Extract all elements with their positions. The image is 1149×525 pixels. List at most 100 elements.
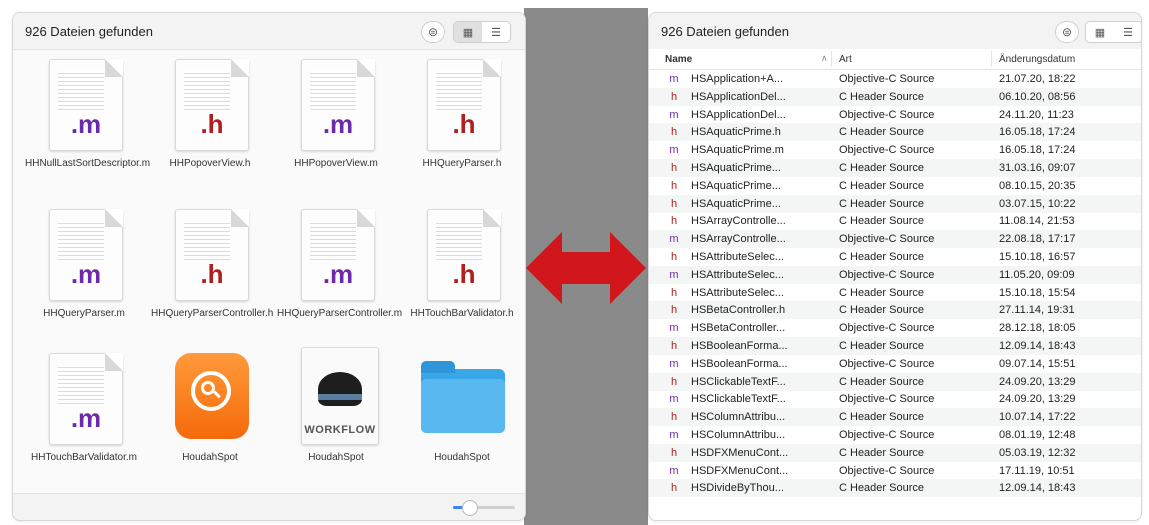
file-name-label: HHTouchBarValidator.m xyxy=(31,452,137,463)
table-row[interactable]: h HSColumnAttribu... C Header Source 10.07.… xyxy=(649,408,1141,427)
modified-date-cell: 11.08.14, 21:53 xyxy=(999,215,1075,228)
table-row[interactable]: m HSDFXMenuCont... Objective-C Source 17.11… xyxy=(649,462,1141,480)
file-name-cell: HSDFXMenuCont... xyxy=(691,464,789,477)
table-row[interactable]: m HSColumnAttribu... Objective-C Source 08.… xyxy=(649,426,1141,444)
file-icon-item[interactable]: .h HHQueryParser.h xyxy=(399,53,525,203)
file-extension-label: .m xyxy=(322,259,354,289)
filter-icon: ⊜ xyxy=(1061,25,1073,39)
modified-date-cell: 17.11.19, 10:51 xyxy=(999,464,1075,477)
folder-icon xyxy=(421,361,505,433)
table-row[interactable]: m HSApplicationDel... Objective-C Source 24… xyxy=(649,106,1141,124)
file-icon-item[interactable]: .h HHPopoverView.h xyxy=(147,53,273,203)
result-count-list: 926 Dateien gefunden xyxy=(661,24,789,39)
file-name-cell: HSDivideByThou... xyxy=(691,482,784,495)
column-divider[interactable] xyxy=(831,51,832,67)
table-row[interactable]: m HSArrayControlle... Objective-C Source 22… xyxy=(649,230,1141,249)
objc-source-file-icon: .m xyxy=(49,353,123,445)
filter-button-list[interactable]: ⊜ xyxy=(1055,21,1079,43)
file-name-cell: HSBooleanForma... xyxy=(691,340,788,352)
modified-date-cell: 15.10.18, 15:54 xyxy=(999,286,1076,299)
table-row[interactable]: m HSClickableTextF... Objective-C Source 24… xyxy=(649,390,1141,408)
filter-button[interactable]: ⊜ xyxy=(421,21,445,43)
icon-size-slider[interactable] xyxy=(453,500,515,516)
file-name-cell: HSAttributeSelec... xyxy=(691,268,784,281)
table-row[interactable]: h HSAquaticPrime... C Header Source 08.10.1… xyxy=(649,177,1141,195)
file-kind-cell: C Header Source xyxy=(839,340,924,352)
table-row[interactable]: m HSBooleanForma... Objective-C Source 09.0… xyxy=(649,355,1141,373)
table-row[interactable]: m HSAttributeSelec... Objective-C Source 11… xyxy=(649,265,1141,284)
file-kind-cell: C Header Source xyxy=(839,162,924,174)
modified-date-cell: 06.10.20, 08:56 xyxy=(999,90,1076,103)
file-kind-cell: Objective-C Source xyxy=(839,393,935,406)
table-row[interactable]: m HSAquaticPrime.m Objective-C Source 16.05… xyxy=(649,141,1141,159)
table-row[interactable]: h HSAquaticPrime.h C Header Source 16.05.18… xyxy=(649,123,1141,142)
table-row[interactable]: h HSDivideByThou... C Header Source 12.09.1… xyxy=(649,479,1141,498)
file-name-label: HoudahSpot xyxy=(182,452,238,463)
table-row[interactable]: h HSBetaController.h C Header Source 27.11.… xyxy=(649,301,1141,320)
column-header-date[interactable]: Änderungsdatum xyxy=(999,54,1075,65)
modified-date-cell: 03.07.15, 10:22 xyxy=(999,197,1076,210)
objc-source-file-icon: .m xyxy=(49,59,123,151)
table-row[interactable]: h HSAttributeSelec... C Header Source 15.10… xyxy=(649,284,1141,302)
file-icon-item[interactable]: .m HHQueryParser.m xyxy=(21,203,147,353)
file-name-label: HHPopoverView.m xyxy=(294,158,378,169)
file-kind-cell: Objective-C Source xyxy=(839,144,935,157)
file-kind-cell: C Header Source xyxy=(839,286,924,299)
modified-date-cell: 24.09.20, 13:29 xyxy=(999,375,1076,388)
file-icon-item[interactable]: .m HHPopoverView.m xyxy=(273,53,399,203)
file-icon-item[interactable]: .m HHTouchBarValidator.m xyxy=(21,347,147,497)
column-header-kind[interactable]: Art xyxy=(839,54,852,65)
table-row[interactable]: h HSClickableTextF... C Header Source 24.09… xyxy=(649,372,1141,391)
objc-source-file-icon: m xyxy=(669,268,679,281)
header-file-icon: h xyxy=(670,375,678,388)
file-icon-item[interactable]: WORKFLOW HoudahSpot xyxy=(273,347,399,497)
file-icon-item[interactable]: HoudahSpot xyxy=(399,347,525,497)
objc-source-file-icon: m xyxy=(669,73,679,85)
icon-view-window: 926 Dateien gefunden ⊜ ▦ ☰ .m HHNullLastS… xyxy=(12,12,526,521)
column-divider[interactable] xyxy=(991,51,992,67)
icon-view-toolbar: 926 Dateien gefunden ⊜ ▦ ☰ xyxy=(13,13,525,50)
table-row[interactable]: h HSAquaticPrime... C Header Source 31.03.1… xyxy=(649,159,1141,177)
file-name-cell: HSAquaticPrime... xyxy=(691,162,781,174)
file-kind-cell: Objective-C Source xyxy=(839,357,935,370)
file-name-cell: HSApplicationDel... xyxy=(691,108,786,121)
table-row[interactable]: h HSApplicationDel... C Header Source 06.10… xyxy=(649,87,1141,106)
objc-source-file-icon: .m xyxy=(49,209,123,301)
file-kind-cell: C Header Source xyxy=(839,304,924,317)
file-icon-item[interactable]: .m HHNullLastSortDescriptor.m xyxy=(21,53,150,203)
table-row[interactable]: h HSAquaticPrime... C Header Source 03.07.1… xyxy=(649,194,1141,213)
table-row[interactable]: h HSDFXMenuCont... C Header Source 05.03.19… xyxy=(649,443,1141,462)
modified-date-cell: 16.05.18, 17:24 xyxy=(999,126,1076,139)
file-name-label: HoudahSpot xyxy=(308,452,364,463)
table-row[interactable]: h HSBooleanForma... C Header Source 12.09.1… xyxy=(649,337,1141,355)
table-row[interactable]: m HSApplication+A... Objective-C Source 21.… xyxy=(649,70,1141,88)
file-kind-cell: C Header Source xyxy=(839,482,924,495)
column-header-name[interactable]: Name xyxy=(665,54,692,65)
file-kind-cell: Objective-C Source xyxy=(839,268,935,281)
objc-source-file-icon: m xyxy=(669,233,679,246)
header-file-icon: .h xyxy=(427,59,501,151)
header-file-icon: .h xyxy=(175,59,249,151)
list-view-icon[interactable]: ☰ xyxy=(482,22,510,42)
header-file-icon: .h xyxy=(175,209,249,301)
file-name-cell: HSAttributeSelec... xyxy=(691,286,784,299)
grid-view-icon[interactable]: ▦ xyxy=(1086,22,1114,42)
file-icon-item[interactable]: .m HHQueryParserController.m xyxy=(273,203,402,353)
file-icon-item[interactable]: .h HHQueryParserController.h xyxy=(147,203,273,353)
grid-view-icon[interactable]: ▦ xyxy=(454,22,482,42)
slider-knob[interactable] xyxy=(462,500,478,516)
result-count: 926 Dateien gefunden xyxy=(25,24,153,39)
table-row[interactable]: h HSArrayControlle... C Header Source 11.08… xyxy=(649,212,1141,230)
file-name-label: HHQueryParserController.h xyxy=(151,308,274,319)
icon-view-statusbar xyxy=(13,493,525,520)
file-icon-item[interactable]: HoudahSpot xyxy=(147,347,273,497)
table-row[interactable]: m HSBetaController... Objective-C Source 28… xyxy=(649,319,1141,337)
objc-source-file-icon: m xyxy=(669,357,679,370)
table-row[interactable]: h HSAttributeSelec... C Header Source 15.10… xyxy=(649,248,1141,266)
header-file-icon: h xyxy=(670,340,678,352)
file-icon-item[interactable]: .h HHTouchBarValidator.h xyxy=(399,203,525,353)
header-file-icon: h xyxy=(670,304,678,317)
view-mode-segment: ▦ ☰ xyxy=(453,21,511,43)
list-view-window: 926 Dateien gefunden ⊜ ▦ ☰ Name ∧ Art Än… xyxy=(648,12,1142,521)
list-view-icon[interactable]: ☰ xyxy=(1114,22,1141,42)
